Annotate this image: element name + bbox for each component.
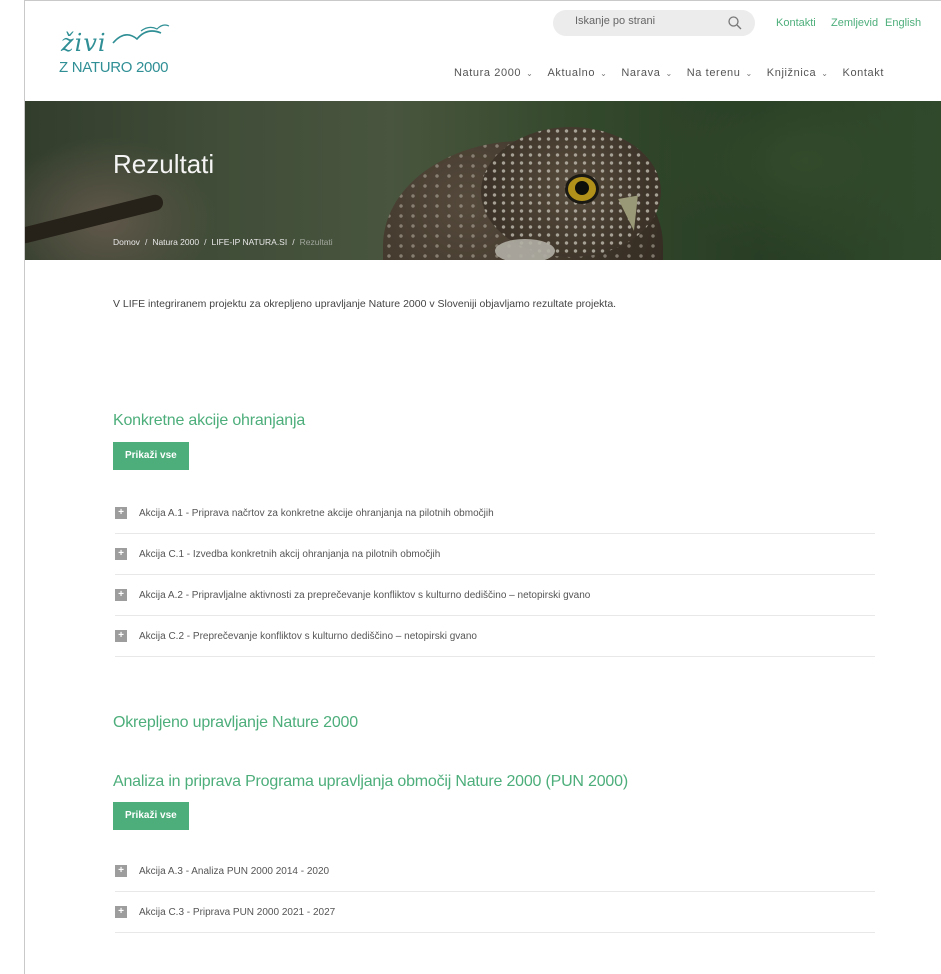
intro-text: V LIFE integriranem projektu za okreplje… (113, 298, 617, 310)
page-frame: živi Z NATURO 2000 Kontakti Zemljevid En… (24, 0, 941, 974)
nav-label: Kontakt (842, 67, 885, 79)
search-input[interactable] (575, 15, 725, 27)
english-link[interactable]: English (885, 17, 921, 29)
nav-item-kontakt[interactable]: Kontakt (843, 67, 885, 79)
nav-item-narava[interactable]: Narava ⌄ (621, 67, 672, 79)
map-link[interactable]: Zemljevid (831, 17, 878, 29)
logo-subtitle: Z NATURO 2000 (59, 59, 169, 76)
plus-icon: + (115, 630, 127, 642)
plus-icon: + (115, 589, 127, 601)
nav-item-na-terenu[interactable]: Na terenu ⌄ (687, 67, 753, 79)
plus-icon: + (115, 507, 127, 519)
accordion-item[interactable]: + Akcija C.3 - Priprava PUN 2000 2021 - … (115, 892, 875, 933)
show-all-button[interactable]: Prikaži vse (113, 802, 189, 830)
nav-label: Aktualno (547, 67, 596, 79)
accordion-item[interactable]: + Akcija A.3 - Analiza PUN 2000 2014 - 2… (115, 851, 875, 892)
breadcrumb: Domov / Natura 2000 / LIFE-IP NATURA.SI … (113, 237, 333, 247)
section-heading-conservation: Konkretne akcije ohranjanja (113, 412, 306, 429)
show-all-button[interactable]: Prikaži vse (113, 442, 189, 470)
hero-banner: Rezultati Domov / Natura 2000 / LIFE-IP … (25, 101, 941, 260)
section-heading-management: Okrepljeno upravljanje Nature 2000 (113, 714, 358, 731)
nav-item-aktualno[interactable]: Aktualno ⌄ (547, 67, 607, 79)
breadcrumb-separator: / (292, 237, 295, 247)
nav-item-natura-2000[interactable]: Natura 2000 ⌄ (454, 67, 533, 79)
main-nav: Natura 2000 ⌄ Aktualno ⌄ Narava ⌄ Na terenu… (454, 67, 898, 79)
search-box (553, 10, 755, 36)
nav-label: Natura 2000 (454, 67, 522, 79)
nav-item-knjiznica[interactable]: Knjižnica ⌄ (767, 67, 829, 79)
accordion-label: Akcija C.3 - Priprava PUN 2000 2021 - 20… (139, 906, 336, 918)
breadcrumb-current: Rezultati (299, 237, 333, 247)
accordion-item[interactable]: + Akcija A.2 - Pripravljalne aktivnosti … (115, 575, 875, 616)
chevron-down-icon: ⌄ (745, 68, 753, 78)
breadcrumb-home[interactable]: Domov (113, 237, 140, 247)
accordion-item[interactable]: + Akcija C.1 - Izvedba konkretnih akcij … (115, 534, 875, 575)
accordion-label: Akcija A.1 - Priprava načrtov za konkret… (139, 507, 494, 519)
chevron-down-icon: ⌄ (665, 68, 673, 78)
plus-icon: + (115, 865, 127, 877)
accordion-item[interactable]: + Akcija C.2 - Preprečevanje konfliktov … (115, 616, 875, 657)
search-icon[interactable] (727, 15, 743, 31)
chevron-down-icon: ⌄ (600, 68, 608, 78)
accordion-item[interactable]: + Akcija A.1 - Priprava načrtov za konkr… (115, 493, 875, 534)
birds-logo-icon (112, 24, 170, 44)
subsection-heading-pun: Analiza in priprava Programa upravljanja… (113, 773, 628, 790)
breadcrumb-separator: / (144, 237, 148, 247)
accordion-label: Akcija C.1 - Izvedba konkretnih akcij oh… (139, 548, 441, 560)
breadcrumb-separator: / (204, 237, 207, 247)
nav-label: Narava (621, 67, 661, 79)
contacts-link[interactable]: Kontakti (776, 17, 816, 29)
breadcrumb-life-ip[interactable]: LIFE-IP NATURA.SI (211, 237, 287, 247)
site-logo[interactable]: živi Z NATURO 2000 (57, 19, 197, 89)
accordion-label: Akcija A.3 - Analiza PUN 2000 2014 - 202… (139, 865, 330, 877)
nav-label: Na terenu (686, 67, 741, 79)
chevron-down-icon: ⌄ (821, 68, 829, 78)
plus-icon: + (115, 548, 127, 560)
chevron-down-icon: ⌄ (526, 68, 534, 78)
accordion-label: Akcija C.2 - Preprečevanje konfliktov s … (139, 630, 477, 642)
logo-script-text: živi (61, 29, 107, 57)
plus-icon: + (115, 906, 127, 918)
nav-label: Knjižnica (766, 67, 817, 79)
accordion-label: Akcija A.2 - Pripravljalne aktivnosti za… (139, 589, 591, 601)
page-title: Rezultati (113, 149, 215, 179)
breadcrumb-natura-2000[interactable]: Natura 2000 (152, 237, 199, 247)
